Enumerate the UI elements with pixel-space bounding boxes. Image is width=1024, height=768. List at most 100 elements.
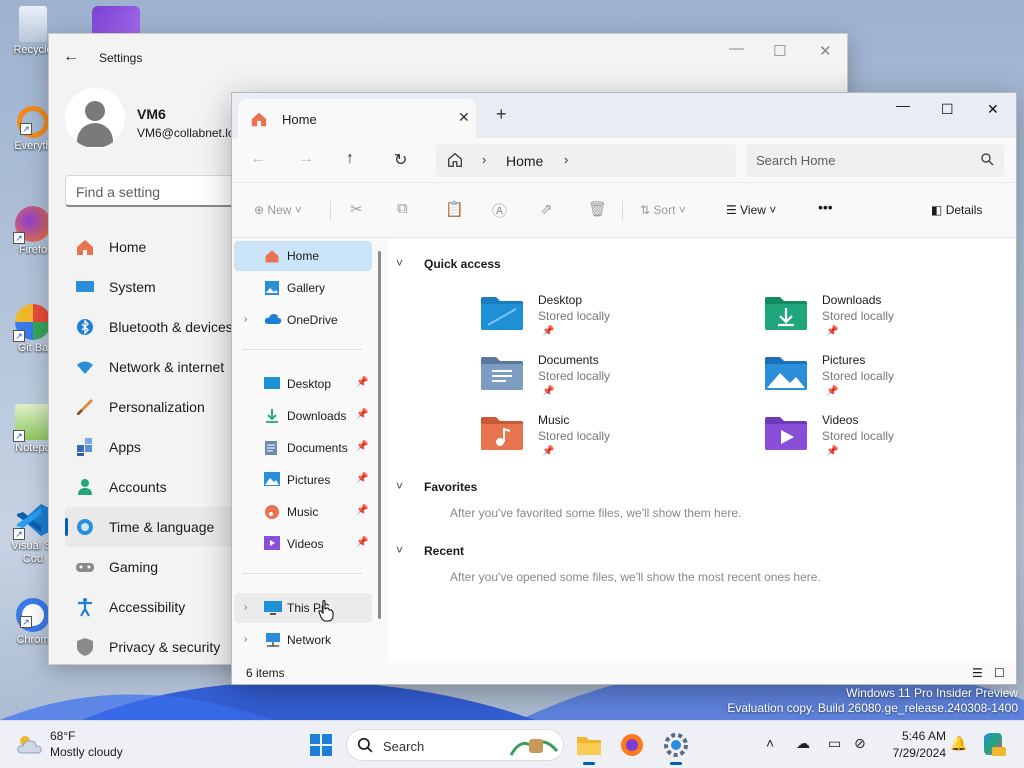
nav-item-desktop[interactable]: Desktop 📌 — [234, 369, 372, 399]
visual-studio-icon — [92, 6, 140, 34]
brush-icon — [77, 399, 93, 415]
copilot-button[interactable] — [978, 729, 1010, 761]
quick-access-item-downloads[interactable]: Downloads Stored locally 📌 — [764, 293, 984, 339]
search-placeholder: Search Home — [756, 153, 836, 168]
navigation-pane: Home Gallery › OneDrive Desktop 📌 Downlo… — [232, 239, 384, 663]
view-button[interactable]: ☰ View ˅ — [726, 203, 776, 217]
breadcrumb-location[interactable]: Home — [506, 153, 543, 169]
divider — [242, 573, 362, 574]
nav-item-home[interactable]: Home — [234, 241, 372, 271]
pin-icon[interactable]: 📌 — [356, 377, 368, 388]
up-arrow-icon[interactable]: ↑ — [346, 150, 354, 168]
quick-access-item-pictures[interactable]: Pictures Stored locally 📌 — [764, 353, 984, 399]
chevron-down-icon[interactable]: ˅ — [396, 543, 403, 557]
pin-icon[interactable]: 📌 — [356, 473, 368, 484]
chevron-right-icon[interactable]: › — [564, 152, 568, 167]
explorer-tabbar: Home ✕ + — ☐ ✕ — [232, 93, 1016, 138]
share-icon[interactable]: ⇗ — [540, 200, 553, 218]
minimize-icon[interactable]: — — [729, 40, 744, 57]
quick-access-item-desktop[interactable]: Desktop Stored locally 📌 — [480, 293, 700, 339]
large-icons-view-icon[interactable]: ☐ — [994, 666, 1005, 680]
nav-item-network[interactable]: › Network — [234, 625, 372, 655]
pin-icon: 📌 — [542, 446, 555, 457]
chevron-up-icon[interactable]: ˄ — [766, 735, 774, 751]
file-explorer-window: Home ✕ + — ☐ ✕ ← → ↑ ↻ › Home › Search H… — [231, 92, 1017, 685]
nav-item-label: Pictures — [287, 473, 331, 487]
desktop-folder-icon — [264, 377, 280, 389]
nav-pane-scrollbar[interactable] — [378, 251, 381, 619]
nav-item-onedrive[interactable]: › OneDrive — [234, 305, 372, 335]
quick-access-item-documents[interactable]: Documents Stored locally 📌 — [480, 353, 700, 399]
forward-arrow-icon[interactable]: → — [298, 150, 314, 168]
taskbar-firefox[interactable] — [616, 729, 648, 761]
more-options-button[interactable]: ••• — [818, 199, 833, 215]
pin-icon[interactable]: 📌 — [356, 441, 368, 452]
close-tab-icon[interactable]: ✕ — [458, 109, 470, 126]
folder-status: Stored locally — [822, 309, 895, 323]
start-button[interactable] — [305, 729, 337, 761]
new-button[interactable]: ⊕ New ˅ — [254, 203, 302, 217]
refresh-icon[interactable]: ↻ — [394, 150, 407, 170]
minimize-icon[interactable]: — — [896, 97, 910, 113]
pin-icon[interactable]: 📌 — [356, 409, 368, 420]
settings-nav-label: Network & internet — [109, 359, 225, 375]
close-icon[interactable]: ✕ — [819, 42, 832, 60]
back-arrow-icon[interactable]: ← — [250, 150, 266, 168]
nav-item-gallery[interactable]: Gallery — [234, 273, 372, 303]
clock-date: 7/29/2024 — [892, 746, 946, 760]
item-count: 6 items — [246, 666, 285, 680]
nav-item-downloads[interactable]: Downloads 📌 — [234, 401, 372, 431]
recent-header[interactable]: ˅ Recent — [396, 543, 464, 558]
chevron-right-icon[interactable]: › — [244, 602, 247, 613]
chevron-right-icon[interactable]: › — [244, 314, 247, 325]
sort-button[interactable]: ⇅ Sort ˅ — [640, 203, 686, 217]
tab-home[interactable]: Home ✕ — [238, 99, 476, 138]
settings-nav-label: Apps — [109, 439, 141, 455]
search-input[interactable]: Search Home — [746, 144, 1004, 177]
details-pane-icon: ◧ — [931, 203, 943, 217]
nav-item-videos[interactable]: Videos 📌 — [234, 529, 372, 559]
home-icon — [251, 112, 267, 127]
quick-access-item-music[interactable]: Music Stored locally 📌 — [480, 413, 700, 459]
quick-access-item-videos[interactable]: Videos Stored locally 📌 — [764, 413, 984, 459]
chevron-down-icon[interactable]: ˅ — [396, 479, 403, 493]
network-status-icon[interactable]: ⊘ — [854, 735, 866, 752]
display-icon[interactable]: ▭ — [828, 735, 841, 752]
nav-item-pictures[interactable]: Pictures 📌 — [234, 465, 372, 495]
pin-icon: 📌 — [826, 326, 839, 337]
cut-icon[interactable]: ✂ — [350, 200, 363, 218]
gear-icon — [664, 733, 688, 757]
pin-icon[interactable]: 📌 — [356, 537, 368, 548]
pin-icon[interactable]: 📌 — [356, 505, 368, 516]
details-button[interactable]: ◧ Details — [931, 203, 982, 217]
favorites-header[interactable]: ˅ Favorites — [396, 479, 477, 494]
folder-status: Stored locally — [538, 369, 611, 383]
back-arrow-icon[interactable]: ← — [63, 48, 79, 66]
chevron-right-icon[interactable]: › — [244, 634, 247, 645]
maximize-icon[interactable]: ☐ — [941, 101, 954, 118]
clock[interactable]: 5:46 AM 7/29/2024 — [880, 728, 946, 762]
nav-item-music[interactable]: Music 📌 — [234, 497, 372, 527]
new-tab-icon[interactable]: + — [496, 104, 507, 125]
taskbar-file-explorer[interactable] — [573, 729, 605, 765]
close-icon[interactable]: ✕ — [987, 101, 999, 118]
taskbar-settings[interactable] — [660, 729, 692, 765]
maximize-icon[interactable]: ☐ — [773, 42, 786, 60]
details-view-icon[interactable]: ☰ — [972, 666, 983, 680]
breadcrumb[interactable]: › Home › — [436, 144, 736, 177]
globe-clock-icon — [77, 519, 93, 535]
paste-icon[interactable]: 📋 — [445, 200, 464, 218]
taskbar-search[interactable]: Search — [346, 729, 564, 761]
nav-item-documents[interactable]: Documents 📌 — [234, 433, 372, 463]
nav-item-label: Home — [287, 249, 320, 263]
quick-access-header[interactable]: ˅ Quick access — [396, 256, 501, 271]
notification-bell-icon[interactable]: 🔔 — [950, 735, 967, 752]
search-icon — [981, 153, 994, 166]
delete-icon[interactable]: 🗑 — [588, 200, 607, 218]
videos-icon — [264, 536, 280, 550]
copy-icon[interactable]: ⧉ — [397, 200, 408, 217]
nav-item-this-pc[interactable]: › This PC — [234, 593, 372, 623]
cloud-offline-icon[interactable]: ☁ — [796, 735, 810, 752]
chevron-down-icon[interactable]: ˅ — [396, 256, 403, 270]
rename-icon[interactable]: Ⓐ — [492, 200, 507, 221]
